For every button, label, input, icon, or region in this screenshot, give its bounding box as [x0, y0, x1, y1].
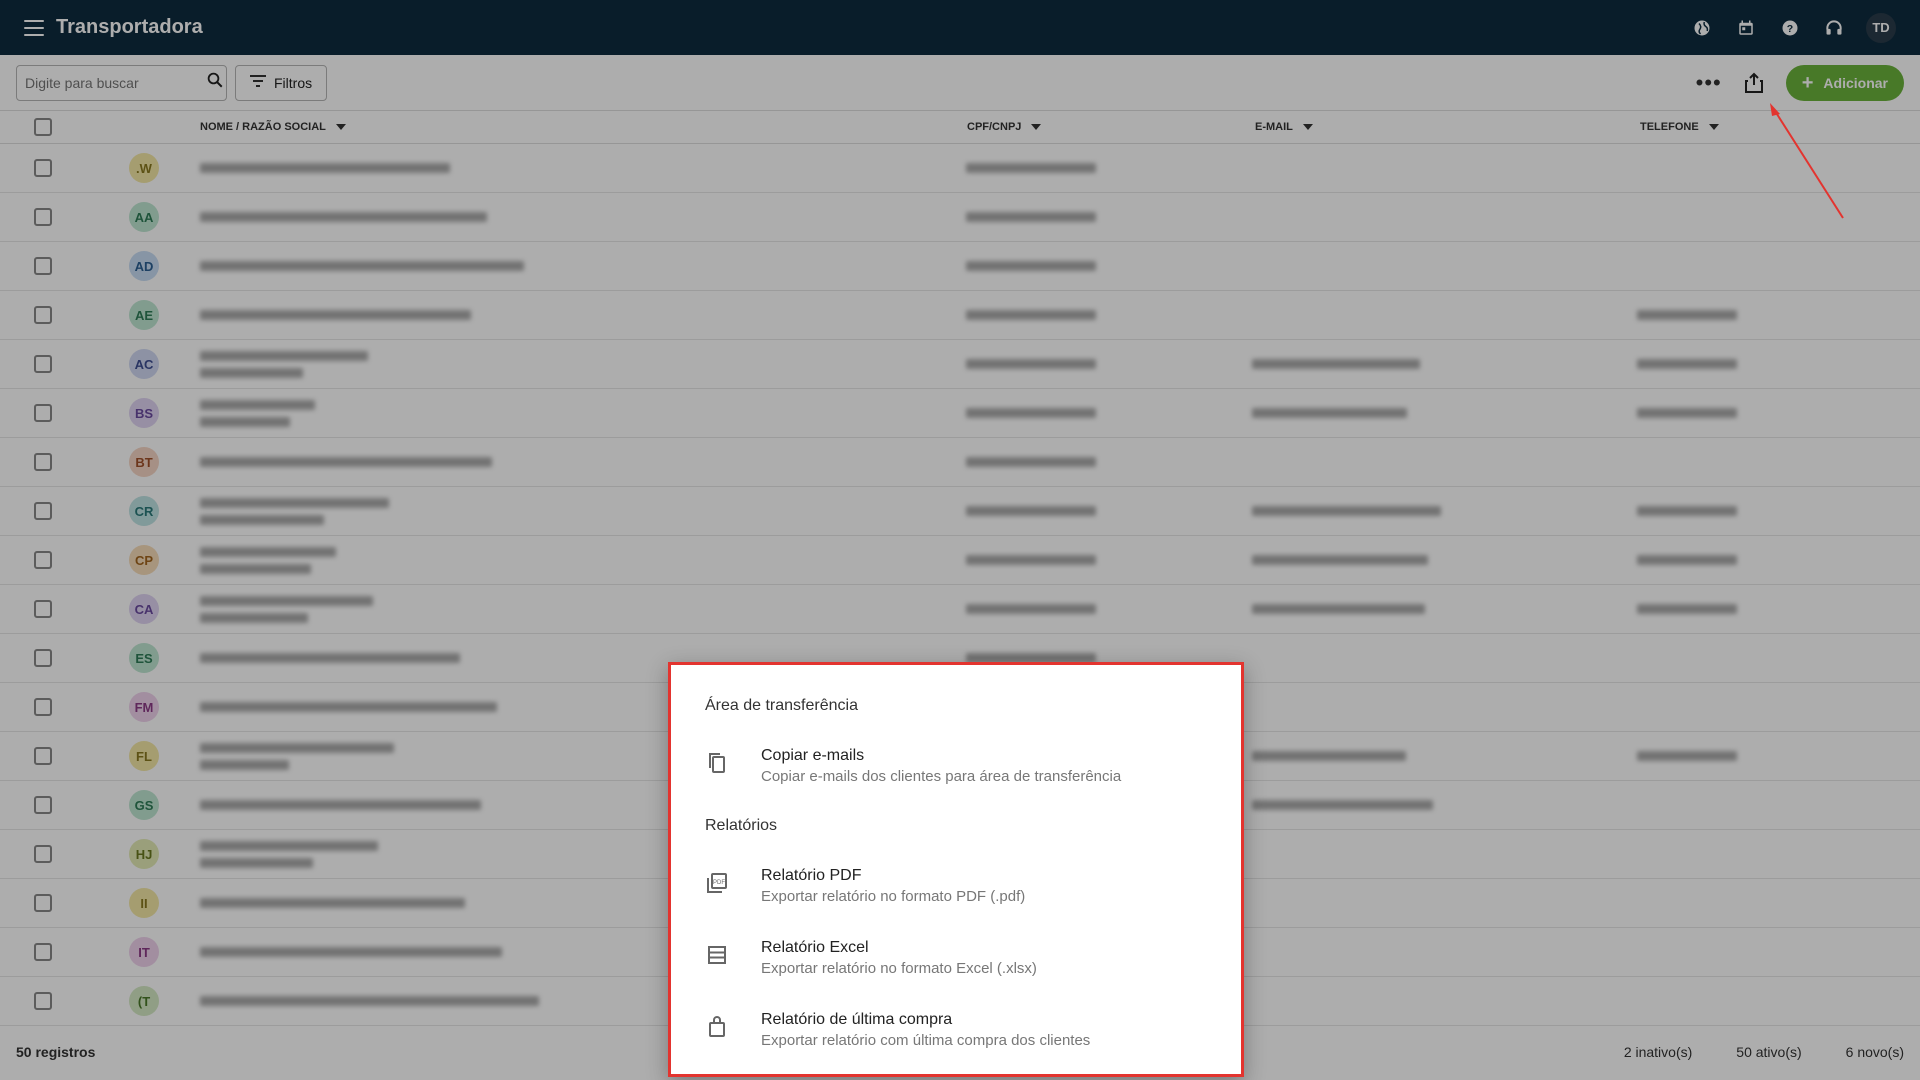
menu-item-title: Relatório de última compra — [761, 1011, 953, 1028]
export-menu-popup: Área de transferência Copiar e-mails Cop… — [668, 662, 1244, 1077]
menu-item-subtitle: Copiar e-mails dos clientes para área de… — [761, 768, 1122, 785]
shopping-bag-icon — [705, 1015, 729, 1039]
last-purchase-report-item[interactable]: Relatório de última compra Exportar rela… — [671, 1011, 1241, 1067]
menu-item-subtitle: Exportar relatório no formato Excel (.xl… — [761, 960, 1037, 977]
copy-emails-item[interactable]: Copiar e-mails Copiar e-mails dos client… — [671, 747, 1241, 803]
menu-item-title: Relatório Excel — [761, 939, 869, 956]
pdf-report-item[interactable]: PDF Relatório PDF Exportar relatório no … — [671, 867, 1241, 923]
menu-item-subtitle: Exportar relatório com última compra dos… — [761, 1032, 1091, 1049]
excel-report-item[interactable]: Relatório Excel Exportar relatório no fo… — [671, 939, 1241, 995]
menu-item-subtitle: Exportar relatório no formato PDF (.pdf) — [761, 888, 1026, 905]
section-title-reports: Relatórios — [705, 817, 778, 834]
excel-icon — [705, 943, 729, 967]
svg-text:PDF: PDF — [713, 880, 725, 886]
section-title-clipboard: Área de transferência — [705, 697, 858, 714]
menu-item-title: Relatório PDF — [761, 867, 862, 884]
menu-item-title: Copiar e-mails — [761, 747, 865, 764]
copy-icon — [705, 751, 729, 775]
pdf-icon: PDF — [705, 871, 729, 895]
